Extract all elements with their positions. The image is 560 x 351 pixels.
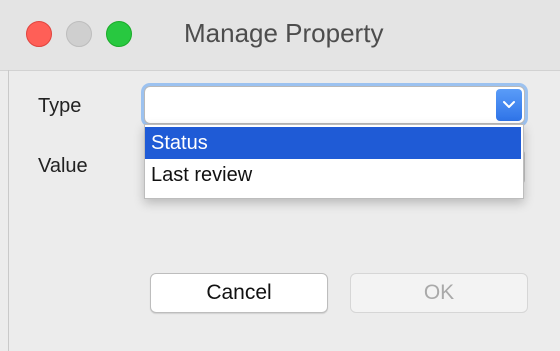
manage-property-dialog: Manage Property Type Value Status Last r… [0, 0, 560, 351]
window-title: Manage Property [184, 18, 384, 48]
type-select[interactable] [144, 86, 525, 124]
cancel-button[interactable]: Cancel [150, 273, 328, 313]
type-label: Type [38, 95, 82, 117]
type-dropdown-menu: Status Last review [144, 124, 524, 199]
zoom-window-button[interactable] [106, 21, 132, 47]
ok-button[interactable]: OK [350, 273, 528, 313]
title-bar[interactable]: Manage Property [0, 0, 560, 71]
dialog-divider [8, 70, 9, 351]
dropdown-option-last-review[interactable]: Last review [145, 159, 521, 191]
chevron-down-icon [503, 101, 515, 108]
dropdown-option-status[interactable]: Status [145, 127, 521, 159]
select-arrow-button[interactable] [496, 89, 522, 121]
close-window-button[interactable] [26, 21, 52, 47]
minimize-window-button[interactable] [66, 21, 92, 47]
value-label: Value [38, 155, 88, 177]
